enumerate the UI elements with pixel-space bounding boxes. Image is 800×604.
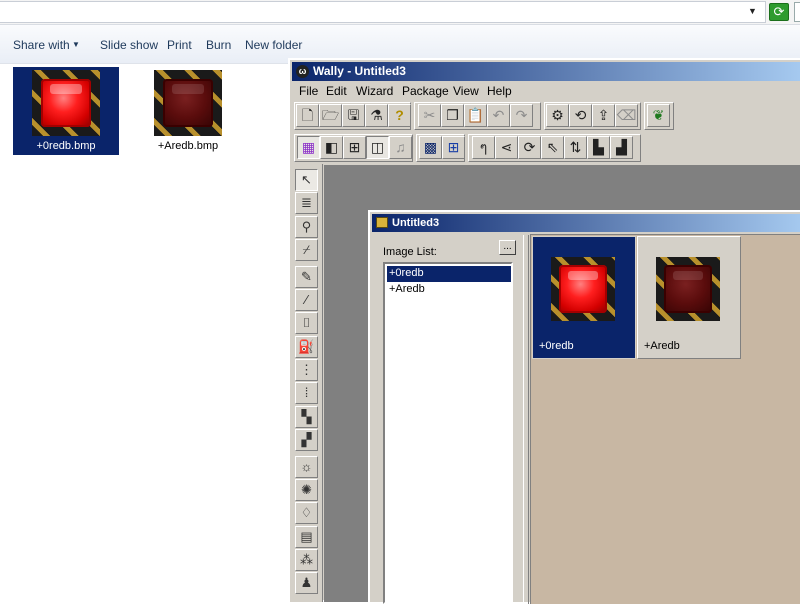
pointer-icon[interactable]: ↖ [295,169,318,191]
brightness-icon[interactable]: ☼ [295,456,318,478]
package-export-icon[interactable]: ⇪ [592,104,615,127]
search-input[interactable] [794,2,800,22]
view-toolbar: ▦ ◧ ⊞ ◫ ♫ ▩ ⊞ ๆ ⋖ ⟳ ⇖ ⇅ ▙ ▟ [294,134,646,162]
menu-edit[interactable]: Edit [326,84,347,98]
spray-large-icon[interactable]: ⁞ [295,382,318,404]
brush-icon[interactable]: ⁄ [295,289,318,311]
magnifier-icon[interactable]: ⚲ [295,216,318,238]
pencil-icon[interactable]: ✎ [295,266,318,288]
image-view-icon[interactable]: ◧ [320,136,343,159]
menu-view[interactable]: View [453,84,479,98]
sun-icon[interactable]: ✺ [295,479,318,501]
share-with-chevron-down-icon[interactable]: ▼ [72,40,80,49]
thumbnail-pane: +0redb +Aredb [530,234,800,604]
align-left-icon[interactable]: ▙ [587,136,610,159]
rotate-icon[interactable]: ⟳ [518,136,541,159]
list-item[interactable]: +Aredb [387,282,511,298]
address-dropdown-icon[interactable]: ▼ [748,6,757,16]
file-item-0redb[interactable]: +0redb.bmp [13,67,119,155]
new-folder-button[interactable]: New folder [245,38,302,52]
align-right-icon[interactable]: ▟ [610,136,633,159]
gradient-icon[interactable]: ▤ [295,526,318,548]
menu-help[interactable]: Help [487,84,512,98]
wizard-icon[interactable]: ⚗ [365,104,388,127]
menu-package[interactable]: Package [402,84,449,98]
cut-icon[interactable]: ✂ [418,104,441,127]
package-icon[interactable] [376,217,388,228]
file-thumbnail [32,70,100,136]
file-name: +0redb.bmp [36,140,96,152]
untitled3-title-bar[interactable]: Untitled3 [372,214,800,232]
shear-icon[interactable]: ⋖ [495,136,518,159]
dither-icon[interactable]: ▚ [295,406,318,428]
save-icon[interactable]: 🖫 [342,104,365,127]
main-toolbar: 🗋 🗁 🖫 ⚗ ? ✂ ❐ 📋 ↶ ↷ ⚙ ⟲ ⇪ ⌫ ❦ [294,102,674,130]
slide-show-button[interactable]: Slide show [100,38,158,52]
menu-file[interactable]: File [299,84,318,98]
image-list-options-button[interactable]: ... [499,240,516,255]
menu-wizard[interactable]: Wizard [356,84,393,98]
explorer-address-bar: ▼ ⟳ [0,0,800,25]
file-name: +Aredb.bmp [157,140,219,152]
share-with-button[interactable]: Share with [13,38,70,52]
open-folder-icon[interactable]: 🗁 [319,104,342,127]
menu-bar: File Edit Wizard Package View Help [292,81,800,100]
burn-button[interactable]: Burn [206,38,231,52]
print-button[interactable]: Print [167,38,192,52]
file-item-aredb[interactable]: +Aredb.bmp [135,67,241,155]
splitter[interactable] [523,235,529,604]
untitled3-window: Untitled3 Image List: ... +0redb +Aredb … [368,210,800,604]
eraser-icon[interactable]: ⌷ [295,312,318,334]
fill-bucket-icon[interactable]: ⛽ [295,336,318,358]
redo-icon[interactable]: ↷ [510,104,533,127]
thumbnail-tile-aredb[interactable]: +Aredb [637,236,741,359]
blue-grid-icon[interactable]: ▩ [419,136,442,159]
stamp-icon[interactable]: ♟ [295,572,318,594]
thumbnail-label: +Aredb [644,340,680,352]
dither-large-icon[interactable]: ▞ [295,429,318,451]
window-title: Wally - Untitled3 [313,64,406,78]
palette-icon[interactable]: ▦ [297,136,320,159]
child-window-title: Untitled3 [392,217,440,229]
image-list[interactable]: +0redb +Aredb [383,262,513,604]
thumbnail-label: +0redb [539,340,574,352]
thumbnail-image [656,257,720,321]
flip-icon[interactable]: ⇅ [564,136,587,159]
copy-icon[interactable]: ❐ [441,104,464,127]
image-list-label: Image List: [383,246,437,258]
package-refresh-icon[interactable]: ⟲ [569,104,592,127]
eyedropper-icon[interactable]: ⌿ [295,239,318,261]
address-input[interactable] [0,1,766,23]
arrow-icon[interactable]: ⇖ [541,136,564,159]
drop-icon[interactable]: ♢ [295,502,318,524]
wally-app-icon[interactable]: ω [296,65,309,78]
list-item[interactable]: +0redb [387,266,511,282]
thumbnail-tile-0redb[interactable]: +0redb [532,236,636,359]
plant-icon[interactable]: ❦ [647,104,670,127]
paste-icon[interactable]: 📋 [464,104,487,127]
explorer-file-list: +0redb.bmp +Aredb.bmp [0,64,288,600]
wally-title-bar[interactable]: ω Wally - Untitled3 [292,62,800,81]
music-icon[interactable]: ♫ [389,136,412,159]
new-file-icon[interactable]: 🗋 [296,104,319,127]
grid-view-icon[interactable]: ⊞ [343,136,366,159]
texture-icon[interactable]: ⁂ [295,549,318,571]
spray-icon[interactable]: ⋮ [295,359,318,381]
ruler-icon[interactable]: ≣ [295,192,318,214]
blue-grid-lines-icon[interactable]: ⊞ [442,136,465,159]
package-add-icon[interactable]: ⚙ [546,104,569,127]
thumbnail-view-icon[interactable]: ◫ [366,136,389,159]
wally-window: ω Wally - Untitled3 File Edit Wizard Pac… [288,58,800,604]
package-remove-icon[interactable]: ⌫ [615,104,638,127]
swirl-icon[interactable]: ๆ [472,136,495,159]
file-thumbnail [154,70,222,136]
undo-icon[interactable]: ↶ [487,104,510,127]
refresh-icon[interactable]: ⟳ [769,3,789,21]
tool-palette: ↖ ≣ ⚲ ⌿ ✎ ⁄ ⌷ ⛽ ⋮ ⁞ ▚ ▞ ☼ ✺ ♢ ▤ ⁂ ♟ [290,164,323,602]
help-icon[interactable]: ? [388,104,411,127]
thumbnail-image [551,257,615,321]
